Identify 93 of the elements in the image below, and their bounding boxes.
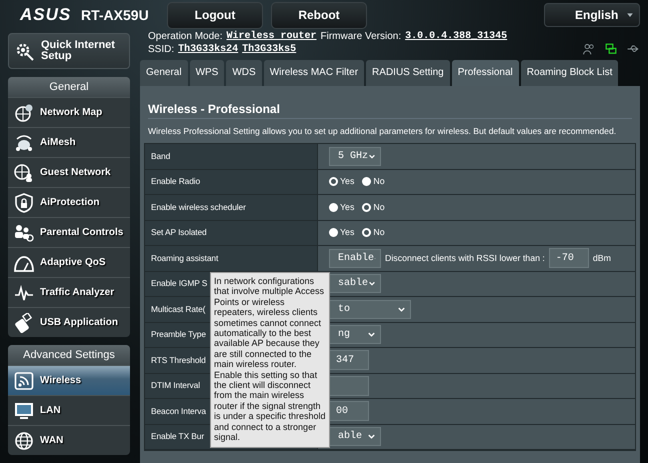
select-field[interactable]: able xyxy=(329,427,381,446)
radio-label: Yes xyxy=(340,200,354,214)
radio-label: No xyxy=(373,200,385,214)
quick-setup-button[interactable]: Quick Internet Setup xyxy=(8,33,130,69)
gear-wand-icon xyxy=(15,41,35,61)
tab[interactable]: RADIUS Setting xyxy=(366,60,450,86)
globe-icon xyxy=(14,430,34,450)
info-label: Operation Mode: xyxy=(148,30,222,43)
wifi-icon xyxy=(14,370,34,390)
unit-label: dBm xyxy=(592,252,611,265)
sidebar-item[interactable]: Parental Controls xyxy=(8,217,130,247)
tab[interactable]: Professional xyxy=(452,60,519,86)
mode-link[interactable]: Wireless router xyxy=(226,30,317,43)
row-label: Preamble Type xyxy=(151,328,206,342)
setting-text: Disconnect clients with RSSI lower than : xyxy=(385,252,545,265)
input-field[interactable] xyxy=(329,376,369,396)
tab[interactable]: General xyxy=(140,60,188,86)
usb-icon xyxy=(626,43,640,55)
sidebar-item[interactable]: AiProtection xyxy=(8,187,130,217)
monitor-icon xyxy=(14,400,34,420)
row-label: Set AP Isolated xyxy=(151,226,207,240)
shield-icon xyxy=(14,192,34,212)
radio-label: Yes xyxy=(340,226,354,240)
row-label: Enable IGMP S xyxy=(151,277,208,290)
language-dropdown[interactable]: English xyxy=(544,3,640,27)
sidebar-item[interactable]: Wireless xyxy=(8,365,130,395)
logo: ASUS xyxy=(20,4,72,26)
select-field[interactable]: to xyxy=(329,300,411,319)
globe-people-icon xyxy=(14,162,34,182)
ssid-link[interactable]: Th3G33ks5 xyxy=(242,43,296,56)
sidebar-item[interactable]: Guest Network xyxy=(8,157,130,187)
radio-option[interactable]: Yes xyxy=(329,200,354,214)
row-label: Enable Radio xyxy=(151,175,200,188)
radio-label: No xyxy=(373,226,385,240)
radio-option[interactable]: No xyxy=(362,175,385,188)
row-label: RTS Threshold xyxy=(151,354,206,367)
radio-label: Yes xyxy=(340,175,354,188)
pulse-icon xyxy=(14,282,34,302)
radio-label: No xyxy=(373,175,385,188)
sidebar-item[interactable]: WAN xyxy=(8,425,130,455)
sidebar-item[interactable]: AiMesh xyxy=(8,127,130,157)
mesh-icon xyxy=(14,132,34,152)
header-button[interactable]: Reboot xyxy=(271,2,367,28)
input-field[interactable]: 347 xyxy=(329,350,369,370)
sidebar-item[interactable]: USB Application xyxy=(8,307,130,337)
input-field[interactable]: -70 xyxy=(548,248,589,268)
sidebar-item[interactable]: LAN xyxy=(8,395,130,425)
row-label: Multicast Rate( xyxy=(151,302,206,316)
family-icon xyxy=(14,222,34,242)
usb-drive-icon xyxy=(14,312,34,332)
tooltip: In network configurations that involve multiple Access Points or wireless repeaters, wireless clients sometimes cannot connect automatically to the best available AP because they are still connected to the main wireless router. Enable this setting so that the client will disconnect from the main wireless router if the signal strength is under a specific threshold and connect to a stronger signal. xyxy=(210,272,330,448)
sidebar-item[interactable]: Traffic Analyzer xyxy=(8,277,130,307)
tab[interactable]: WDS xyxy=(226,60,262,86)
row-label: Beacon Interva xyxy=(151,404,206,418)
tab[interactable]: Wireless MAC Filter xyxy=(264,60,364,86)
ssid-link[interactable]: Th3G33ks24 xyxy=(178,43,238,56)
globe-pin-icon xyxy=(14,102,34,122)
select-field[interactable]: ng xyxy=(329,325,381,344)
row-label: Roaming assistant xyxy=(151,252,218,265)
select-field[interactable]: sable xyxy=(329,274,381,294)
select-field[interactable]: Enable xyxy=(329,248,381,268)
row-label: Band xyxy=(151,150,170,163)
radio-button[interactable] xyxy=(329,177,338,186)
people-icon xyxy=(582,43,596,55)
row-label: DTIM Interval xyxy=(151,379,200,392)
radio-button[interactable] xyxy=(362,177,372,186)
header-button[interactable]: Logout xyxy=(167,2,263,28)
caret-icon xyxy=(625,11,635,19)
tab[interactable]: Roaming Block List xyxy=(520,60,618,86)
info-label: Firmware Version: xyxy=(320,30,402,43)
radio-button[interactable] xyxy=(362,202,372,212)
sidebar-heading: Advanced Settings xyxy=(8,345,130,365)
radio-button[interactable] xyxy=(329,202,338,212)
select-field[interactable]: 5 GHz xyxy=(329,146,381,166)
radio-button[interactable] xyxy=(329,228,338,238)
sidebar-item[interactable]: Adaptive QoS xyxy=(8,247,130,277)
radio-option[interactable]: No xyxy=(362,200,385,214)
sidebar-heading: General xyxy=(8,77,130,97)
panel-title: Wireless - Professional xyxy=(147,101,281,118)
panel-description: Wireless Professional Setting allows you to set up additional parameters for wireless. But default values are recommended. xyxy=(148,125,616,137)
sidebar-item[interactable]: Network Map xyxy=(8,97,130,127)
model-name: RT-AX59U xyxy=(81,6,150,24)
info-label: SSID: xyxy=(148,43,174,56)
radio-option[interactable]: Yes xyxy=(329,226,354,240)
tab[interactable]: WPS xyxy=(190,60,224,86)
input-field[interactable]: 00 xyxy=(329,401,369,422)
radio-button[interactable] xyxy=(362,228,372,238)
radio-option[interactable]: No xyxy=(362,226,385,240)
radio-option[interactable]: Yes xyxy=(329,175,354,188)
firmware-link[interactable]: 3.0.0.4.388_31345 xyxy=(405,30,508,43)
row-label: Enable wireless scheduler xyxy=(151,200,246,214)
network-icon xyxy=(604,43,618,55)
row-label: Enable TX Bur xyxy=(151,430,204,444)
